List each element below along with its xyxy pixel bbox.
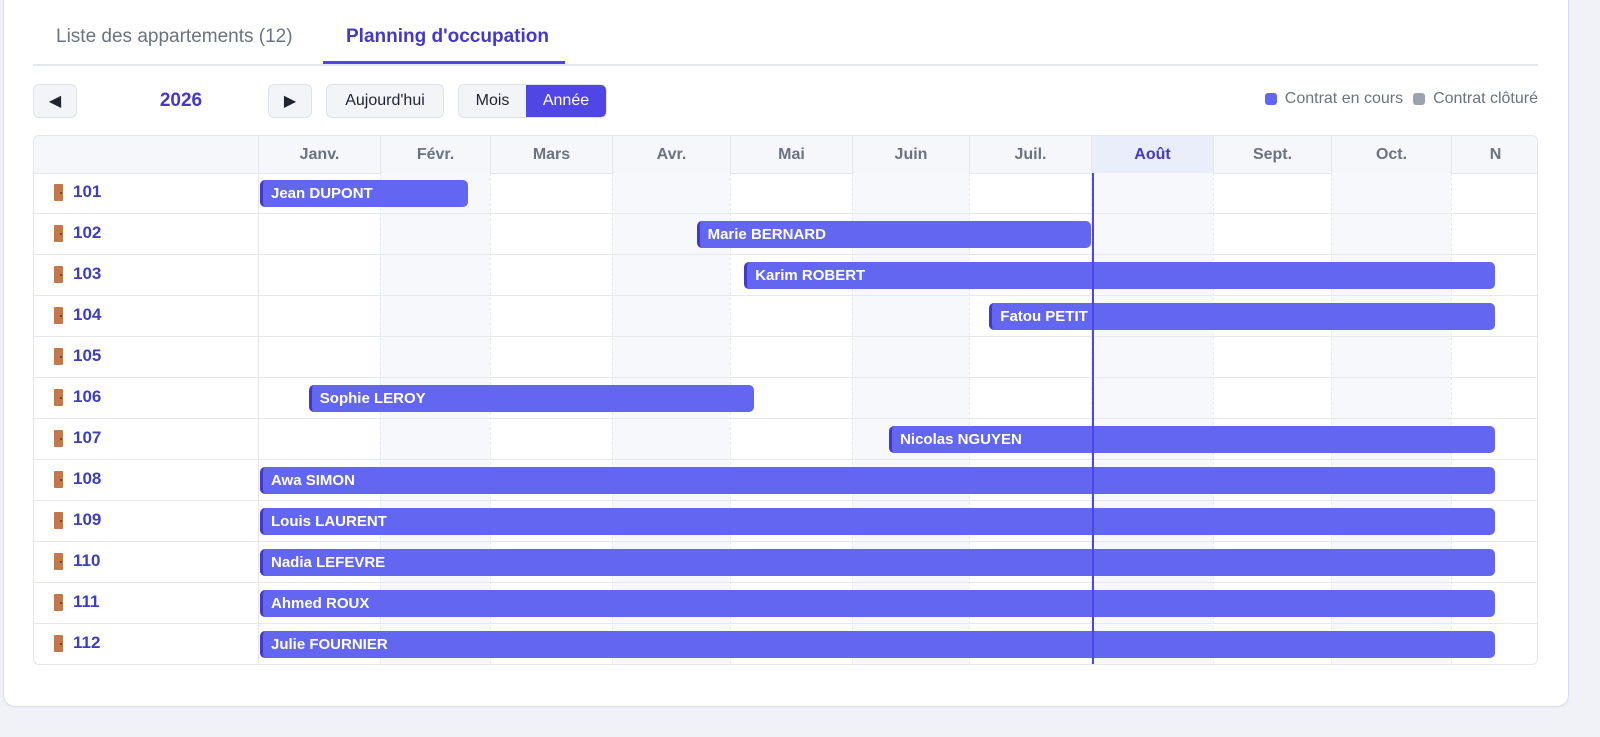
- unit-label[interactable]: 112: [54, 633, 100, 653]
- contract-bar[interactable]: Louis LAURENT: [260, 508, 1495, 535]
- unit-number: 108: [73, 469, 102, 488]
- legend: Contrat en cours Contrat clôturé: [1255, 90, 1538, 108]
- month-header-1: Févr.: [380, 136, 490, 173]
- month-header-9: Oct.: [1331, 136, 1451, 173]
- tab-occupancy-planning[interactable]: Planning d'occupation: [346, 26, 549, 48]
- tab-apartment-list[interactable]: Liste des appartements (12): [56, 26, 293, 48]
- unit-number: 111: [73, 592, 100, 611]
- unit-number: 110: [73, 551, 101, 570]
- door-icon: [54, 265, 63, 283]
- door-icon: [54, 347, 63, 365]
- unit-label[interactable]: 111: [54, 592, 100, 612]
- unit-number: 112: [73, 633, 101, 652]
- contract-bar[interactable]: Ahmed ROUX: [260, 590, 1495, 617]
- unit-label[interactable]: 101: [54, 182, 101, 202]
- unit-number: 106: [73, 387, 102, 406]
- today-marker: [1092, 173, 1094, 664]
- contract-bar[interactable]: Julie FOURNIER: [260, 631, 1495, 658]
- contract-bar[interactable]: Fatou PETIT: [989, 303, 1495, 330]
- today-button[interactable]: Aujourd'hui: [326, 84, 444, 118]
- contract-bar[interactable]: Sophie LEROY: [308, 385, 755, 412]
- month-header-7: Août: [1091, 136, 1213, 173]
- unit-number: 107: [73, 428, 102, 447]
- unit-number: 102: [73, 223, 102, 242]
- month-header-0: Janv.: [258, 136, 380, 173]
- month-header-8: Sept.: [1213, 136, 1331, 173]
- unit-label[interactable]: 110: [54, 551, 100, 571]
- unit-number: 103: [73, 264, 102, 283]
- unit-label[interactable]: 109: [54, 510, 101, 530]
- door-icon: [54, 183, 63, 201]
- month-header-10: N: [1451, 136, 1537, 173]
- legend-item-closed: Contrat clôturé: [1413, 90, 1538, 108]
- contract-bar[interactable]: Awa SIMON: [260, 467, 1495, 494]
- unit-row: 107 Nicolas NGUYEN: [34, 419, 1537, 460]
- tab-bar: Liste des appartements (12) Planning d'o…: [33, 0, 1538, 66]
- unit-label[interactable]: 103: [54, 264, 101, 284]
- unit-row: 111 Ahmed ROUX: [34, 583, 1537, 624]
- unit-number: 109: [73, 510, 102, 529]
- unit-row: 103 Karim ROBERT: [34, 255, 1537, 296]
- unit-row: 112 Julie FOURNIER: [34, 624, 1537, 664]
- month-header-5: Juin: [852, 136, 969, 173]
- unit-row: 104 Fatou PETIT: [34, 296, 1537, 337]
- contract-bar[interactable]: Nadia LEFEVRE: [260, 549, 1495, 576]
- planning-toolbar: ◀ 2026 ▶ Aujourd'hui Mois Année Contrat …: [33, 84, 1538, 120]
- legend-swatch-closed: [1413, 93, 1426, 105]
- month-header-6: Juil.: [969, 136, 1091, 173]
- door-icon: [54, 634, 63, 652]
- door-icon: [54, 306, 63, 324]
- triangle-left-icon: ◀: [48, 93, 62, 110]
- contract-bar[interactable]: Karim ROBERT: [744, 262, 1495, 289]
- door-icon: [54, 593, 63, 611]
- previous-year-button[interactable]: ◀: [33, 84, 77, 118]
- contract-bar[interactable]: Jean DUPONT: [260, 180, 468, 207]
- triangle-right-icon: ▶: [283, 93, 297, 110]
- legend-item-active: Contrat en cours: [1264, 90, 1404, 108]
- unit-number: 104: [73, 305, 102, 324]
- unit-number: 101: [73, 182, 102, 201]
- door-icon: [54, 511, 63, 529]
- unit-number: 105: [73, 346, 102, 365]
- unit-row: 102 Marie BERNARD: [34, 214, 1537, 255]
- legend-label-active: Contrat en cours: [1284, 90, 1404, 107]
- door-icon: [54, 224, 63, 242]
- unit-label[interactable]: 107: [54, 428, 101, 448]
- current-year: 2026: [159, 90, 203, 111]
- unit-label[interactable]: 108: [54, 469, 101, 489]
- unit-label[interactable]: 102: [54, 223, 101, 243]
- next-year-button[interactable]: ▶: [268, 84, 312, 118]
- door-icon: [54, 470, 63, 488]
- unit-row: 108 Awa SIMON: [34, 460, 1537, 501]
- unit-row: 110 Nadia LEFEVRE: [34, 542, 1537, 583]
- month-header-4: Mai: [730, 136, 852, 173]
- unit-label[interactable]: 106: [54, 387, 101, 407]
- door-icon: [54, 429, 63, 447]
- door-icon: [54, 552, 63, 570]
- view-year-button[interactable]: Année: [526, 85, 606, 117]
- month-header-3: Avr.: [612, 136, 730, 173]
- occupancy-grid: Janv. Févr. Mars Avr. Mai Juin Juil. Août Sept. O…: [33, 135, 1538, 665]
- door-icon: [54, 388, 63, 406]
- unit-row: 105: [34, 337, 1537, 378]
- legend-swatch-active: [1264, 93, 1277, 105]
- unit-row: 106 Sophie LEROY: [34, 378, 1537, 419]
- contract-bar[interactable]: Marie BERNARD: [696, 221, 1091, 248]
- unit-label[interactable]: 104: [54, 305, 101, 325]
- contract-bar[interactable]: Nicolas NGUYEN: [889, 426, 1495, 453]
- view-switcher: Mois Année: [458, 84, 607, 118]
- view-month-button[interactable]: Mois: [459, 85, 526, 117]
- unit-row: 109 Louis LAURENT: [34, 501, 1537, 542]
- active-tab-indicator: [323, 61, 565, 64]
- unit-label[interactable]: 105: [54, 346, 101, 366]
- legend-label-closed: Contrat clôturé: [1433, 90, 1538, 107]
- month-header-2: Mars: [490, 136, 612, 173]
- unit-row: 101 Jean DUPONT: [34, 173, 1537, 214]
